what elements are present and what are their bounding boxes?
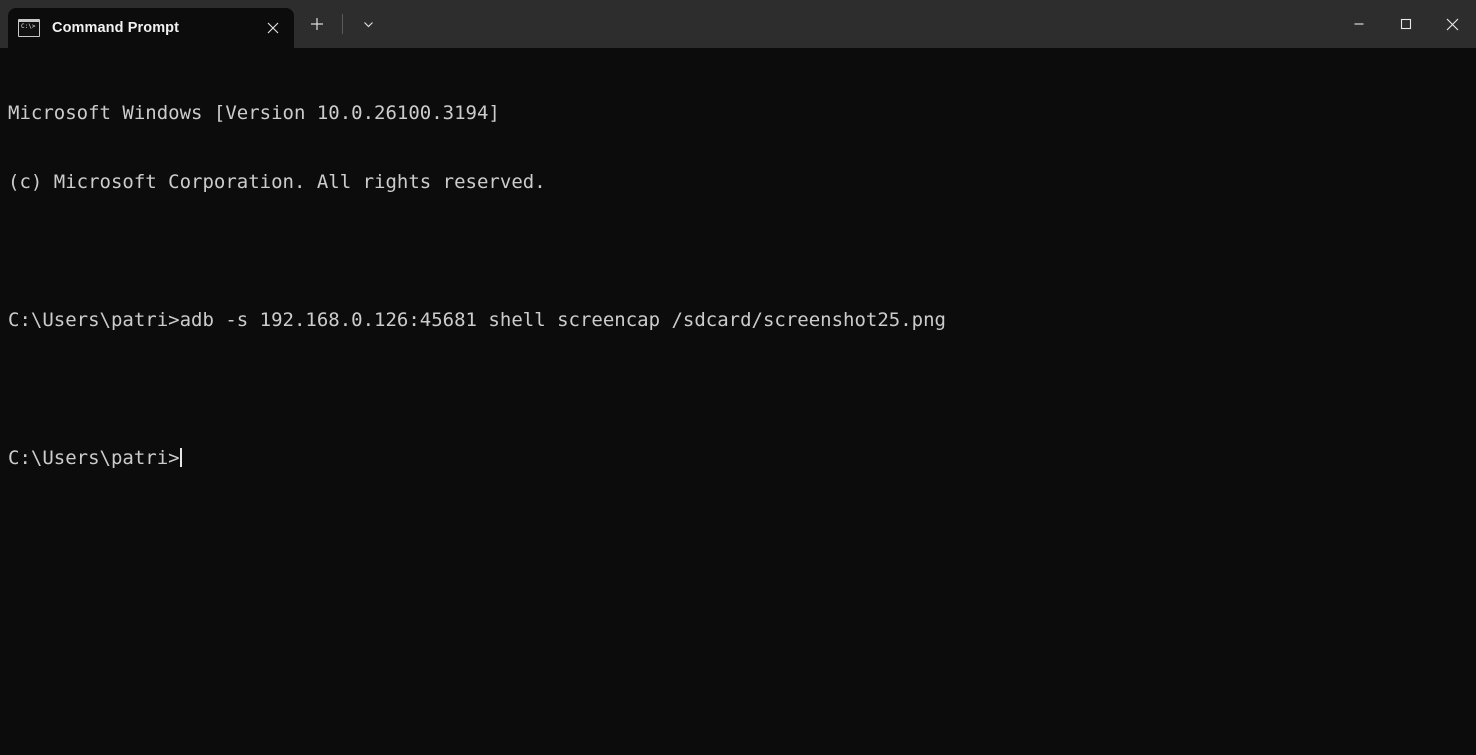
terminal-lines: Microsoft Windows [Version 10.0.26100.31…	[8, 56, 1476, 516]
toolbar-divider	[342, 14, 343, 34]
close-icon[interactable]	[1429, 0, 1476, 48]
terminal-prompt-line: C:\Users\patri>	[8, 447, 1476, 470]
maximize-icon[interactable]	[1382, 0, 1429, 48]
console-icon: C:\>	[18, 19, 40, 37]
text-cursor	[179, 448, 182, 467]
minimize-icon[interactable]	[1335, 0, 1382, 48]
prompt-text: C:\Users\patri>	[8, 447, 180, 469]
terminal-line: Microsoft Windows [Version 10.0.26100.31…	[8, 102, 500, 124]
title-bar: C:\> Command Prompt	[0, 0, 1476, 48]
tab-title: Command Prompt	[52, 20, 180, 36]
window-drag-region	[385, 0, 1335, 48]
console-icon-glyph: C:\>	[21, 23, 36, 30]
terminal-output-area[interactable]: Microsoft Windows [Version 10.0.26100.31…	[0, 48, 1476, 755]
terminal-command-line: C:\Users\patri>adb -s 192.168.0.126:4568…	[8, 309, 946, 331]
tab-close-icon[interactable]	[256, 11, 290, 45]
new-tab-button[interactable]	[300, 7, 334, 41]
tab-strip: C:\> Command Prompt	[0, 0, 385, 48]
tab-strip-actions	[294, 0, 385, 48]
tab-command-prompt[interactable]: C:\> Command Prompt	[8, 8, 294, 48]
terminal-line: (c) Microsoft Corporation. All rights re…	[8, 171, 546, 193]
chevron-down-icon[interactable]	[351, 7, 385, 41]
window-controls	[1335, 0, 1476, 48]
terminal-window: C:\> Command Prompt Microsoft Windows [V…	[0, 0, 1476, 755]
